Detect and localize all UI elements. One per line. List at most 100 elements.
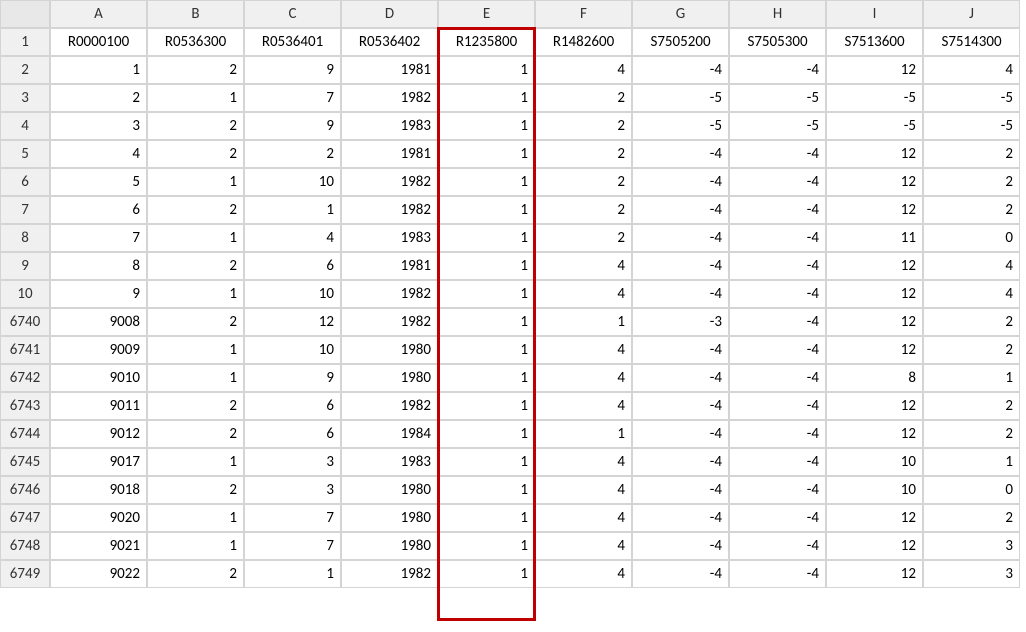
cell[interactable]: 8 [50, 252, 147, 280]
cell[interactable]: 1980 [341, 504, 438, 532]
cell[interactable]: 1 [438, 560, 535, 588]
cell[interactable]: 1 [438, 168, 535, 196]
cell[interactable]: -5 [826, 84, 923, 112]
row-header[interactable]: 6743 [0, 392, 50, 420]
cell[interactable]: 1981 [341, 140, 438, 168]
row-header[interactable]: 9 [0, 252, 50, 280]
cell[interactable]: 10 [826, 476, 923, 504]
cell[interactable]: -5 [729, 112, 826, 140]
cell[interactable]: 1 [535, 420, 632, 448]
select-all-corner[interactable] [0, 0, 50, 28]
cell[interactable]: -4 [729, 420, 826, 448]
row-header[interactable]: 6744 [0, 420, 50, 448]
cell[interactable]: -5 [923, 112, 1020, 140]
cell[interactable]: 2 [147, 56, 244, 84]
cell[interactable]: 2 [50, 84, 147, 112]
cell[interactable]: -4 [632, 392, 729, 420]
cell[interactable]: 8 [826, 364, 923, 392]
cell[interactable]: 6 [50, 196, 147, 224]
cell[interactable]: -4 [729, 448, 826, 476]
cell[interactable]: -4 [729, 336, 826, 364]
column-header-i[interactable]: I [826, 0, 923, 28]
cell[interactable]: R0000100 [50, 28, 147, 56]
row-header[interactable]: 6741 [0, 336, 50, 364]
cell[interactable]: 1 [438, 476, 535, 504]
cell[interactable]: 2 [923, 196, 1020, 224]
cell[interactable]: 3 [244, 476, 341, 504]
cell[interactable]: 1 [147, 224, 244, 252]
cell[interactable]: 11 [826, 224, 923, 252]
cell[interactable]: 2 [147, 112, 244, 140]
cell[interactable]: 9020 [50, 504, 147, 532]
cell[interactable]: 1982 [341, 308, 438, 336]
cell[interactable]: 1982 [341, 392, 438, 420]
cell[interactable]: -4 [632, 280, 729, 308]
cell[interactable]: 9 [244, 364, 341, 392]
cell[interactable]: -3 [632, 308, 729, 336]
cell[interactable]: 1 [438, 196, 535, 224]
cell[interactable]: -4 [632, 168, 729, 196]
cell[interactable]: -4 [729, 252, 826, 280]
cell[interactable]: 9012 [50, 420, 147, 448]
cell[interactable]: 9011 [50, 392, 147, 420]
cell[interactable]: -4 [632, 532, 729, 560]
cell[interactable]: -4 [632, 224, 729, 252]
cell[interactable]: 1 [147, 448, 244, 476]
cell[interactable]: 1 [50, 56, 147, 84]
cell[interactable]: 1 [147, 532, 244, 560]
column-header-j[interactable]: J [923, 0, 1020, 28]
cell[interactable]: -4 [729, 168, 826, 196]
cell[interactable]: 1 [923, 364, 1020, 392]
cell[interactable]: 2 [535, 196, 632, 224]
cell[interactable]: 4 [535, 504, 632, 532]
cell[interactable]: -4 [729, 196, 826, 224]
cell[interactable]: 10 [244, 336, 341, 364]
cell[interactable]: 2 [147, 476, 244, 504]
row-header[interactable]: 6748 [0, 532, 50, 560]
cell[interactable]: 1 [147, 280, 244, 308]
cell[interactable]: -5 [632, 112, 729, 140]
cell[interactable]: 1 [923, 448, 1020, 476]
cell[interactable]: -4 [729, 364, 826, 392]
cell[interactable]: 4 [535, 364, 632, 392]
cell[interactable]: 1 [438, 280, 535, 308]
cell[interactable]: 2 [923, 308, 1020, 336]
cell[interactable]: 2 [923, 420, 1020, 448]
cell[interactable]: 1980 [341, 476, 438, 504]
cell[interactable]: 5 [50, 168, 147, 196]
cell[interactable]: -4 [632, 336, 729, 364]
cell[interactable]: R1482600 [535, 28, 632, 56]
cell[interactable]: -4 [632, 448, 729, 476]
cell[interactable]: 4 [923, 280, 1020, 308]
cell[interactable]: 0 [923, 224, 1020, 252]
cell[interactable]: 7 [244, 84, 341, 112]
cell[interactable]: 4 [535, 336, 632, 364]
cell[interactable]: 6 [244, 252, 341, 280]
cell[interactable]: 2 [147, 560, 244, 588]
cell[interactable]: 1980 [341, 364, 438, 392]
cell[interactable]: 2 [147, 308, 244, 336]
cell[interactable]: 1 [438, 504, 535, 532]
column-header-e[interactable]: E [438, 0, 535, 28]
cell[interactable]: -5 [632, 84, 729, 112]
row-header[interactable]: 6746 [0, 476, 50, 504]
cell[interactable]: 4 [923, 252, 1020, 280]
cell[interactable]: 9008 [50, 308, 147, 336]
row-header[interactable]: 6747 [0, 504, 50, 532]
cell[interactable]: 0 [923, 476, 1020, 504]
cell[interactable]: 1 [438, 532, 535, 560]
cell[interactable]: 1 [438, 308, 535, 336]
column-header-a[interactable]: A [50, 0, 147, 28]
cell[interactable]: 12 [826, 280, 923, 308]
cell[interactable]: 1982 [341, 280, 438, 308]
column-header-c[interactable]: C [244, 0, 341, 28]
cell[interactable]: 12 [826, 140, 923, 168]
cell[interactable]: 1982 [341, 560, 438, 588]
row-header[interactable]: 8 [0, 224, 50, 252]
cell[interactable]: 12 [826, 196, 923, 224]
cell[interactable]: 2 [244, 140, 341, 168]
column-header-g[interactable]: G [632, 0, 729, 28]
cell[interactable]: -4 [729, 504, 826, 532]
cell[interactable]: 1982 [341, 84, 438, 112]
cell[interactable]: 1 [535, 308, 632, 336]
